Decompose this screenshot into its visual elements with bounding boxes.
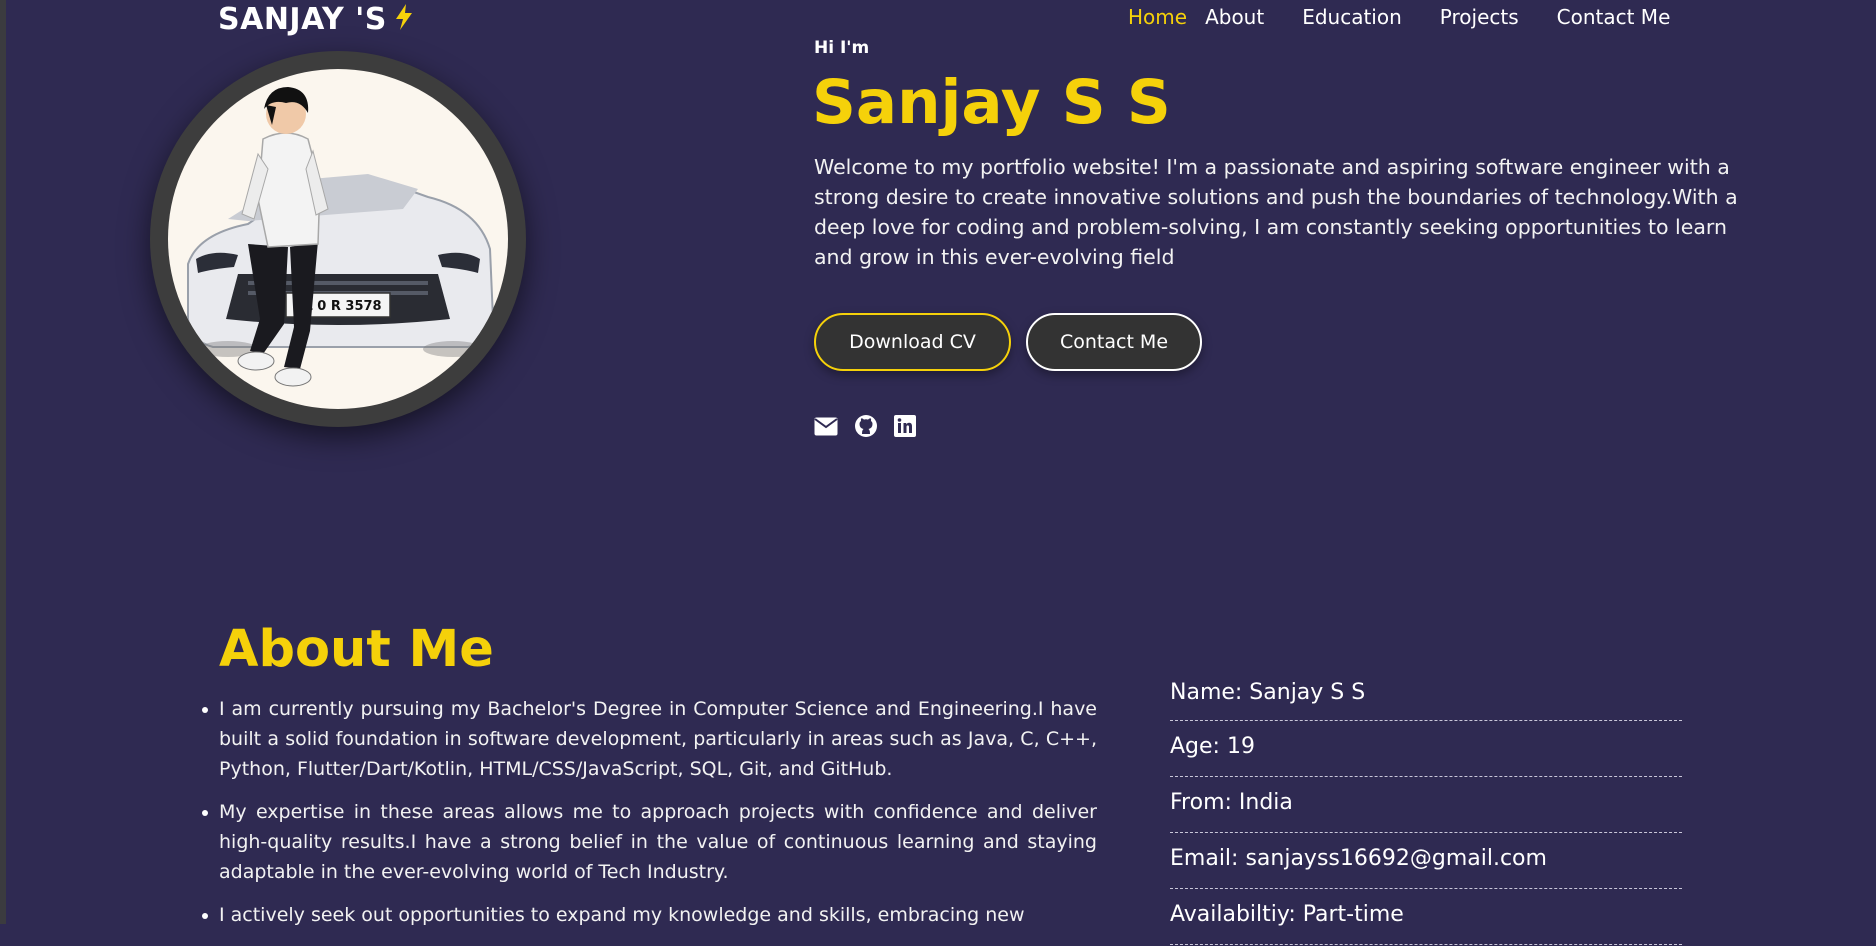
- nav-projects[interactable]: Projects: [1440, 5, 1519, 29]
- list-item: I am currently pursuing my Bachelor's De…: [202, 694, 1097, 784]
- hero-greeting: Hi I'm: [814, 38, 870, 58]
- window-edge: [0, 0, 6, 924]
- bolt-icon: [395, 4, 413, 35]
- nav-about[interactable]: About: [1205, 5, 1264, 29]
- avatar-illustration: KL 0 R 3578: [187, 87, 495, 387]
- hero-name: Sanjay S S: [812, 67, 1171, 138]
- info-availability: Availabiltiy: Part-time: [1170, 890, 1682, 945]
- info-name: Name: Sanjay S S: [1170, 666, 1682, 721]
- contact-me-button[interactable]: Contact Me: [1026, 313, 1202, 371]
- list-item: My expertise in these areas allows me to…: [202, 797, 1097, 887]
- linkedin-icon[interactable]: [894, 415, 916, 437]
- social-links: [814, 414, 916, 438]
- about-title: About Me: [219, 620, 494, 679]
- download-cv-button[interactable]: Download CV: [814, 313, 1011, 371]
- envelope-icon[interactable]: [814, 417, 838, 436]
- profile-avatar: KL 0 R 3578: [168, 69, 508, 409]
- info-email: Email: sanjayss16692@gmail.com: [1170, 834, 1682, 889]
- brand-logo[interactable]: SANJAY 'S: [218, 2, 413, 37]
- info-from: From: India: [1170, 778, 1682, 833]
- github-icon[interactable]: [854, 414, 878, 438]
- nav-education[interactable]: Education: [1302, 5, 1402, 29]
- main-nav: Home About Education Projects Contact Me: [1128, 5, 1670, 29]
- nav-home[interactable]: Home: [1128, 5, 1187, 29]
- nav-contact-me[interactable]: Contact Me: [1557, 5, 1671, 29]
- info-age: Age: 19: [1170, 722, 1682, 777]
- personal-info: Name: Sanjay S S Age: 19 From: India Ema…: [1170, 666, 1682, 946]
- list-item: I actively seek out opportunities to exp…: [202, 900, 1097, 930]
- about-points: I am currently pursuing my Bachelor's De…: [202, 694, 1097, 943]
- brand-text: SANJAY 'S: [218, 2, 387, 37]
- profile-avatar-frame: KL 0 R 3578: [150, 51, 526, 427]
- hero-description: Welcome to my portfolio website! I'm a p…: [814, 155, 1738, 269]
